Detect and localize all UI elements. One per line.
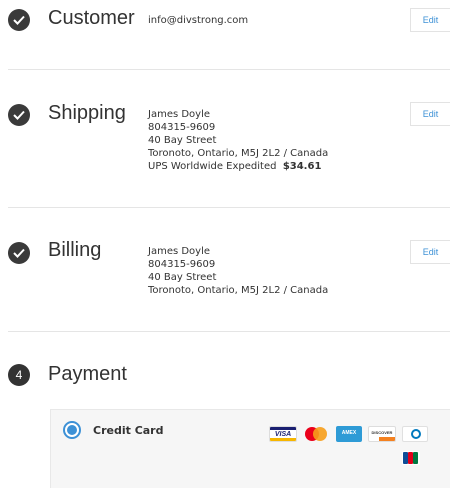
mastercard-icon: [303, 426, 329, 442]
edit-customer-button[interactable]: Edit: [410, 8, 450, 32]
section-title-customer: Customer: [48, 7, 135, 29]
jcb-icon: [402, 451, 420, 465]
edit-shipping-button[interactable]: Edit: [410, 102, 450, 126]
credit-card-option[interactable]: Credit Card VISA AMEX DISCOVER: [50, 409, 450, 488]
amex-icon: AMEX: [336, 426, 362, 442]
credit-card-radio[interactable]: [63, 421, 81, 439]
edit-billing-button[interactable]: Edit: [410, 240, 450, 264]
checkmark-icon: [8, 104, 30, 126]
step-number-badge: 4: [8, 364, 30, 386]
section-title-payment: Payment: [48, 363, 127, 385]
visa-icon: VISA: [269, 426, 297, 442]
customer-email: info@divstrong.com: [148, 15, 249, 26]
diners-club-icon: [402, 426, 428, 442]
checkmark-icon: [8, 9, 30, 31]
section-title-shipping: Shipping: [48, 102, 126, 124]
shipping-method: UPS Worldwide Expedited $34.61: [148, 161, 322, 172]
shipping-section: Shipping James Doyle 804315-9609 40 Bay …: [0, 70, 450, 208]
checkmark-icon: [8, 242, 30, 264]
shipping-price: $34.61: [282, 161, 322, 172]
discover-icon: DISCOVER: [368, 426, 396, 442]
payment-section: 4 Payment Credit Card VISA AMEX DISCOVER: [0, 332, 450, 488]
credit-card-label: Credit Card: [93, 424, 164, 437]
shipping-address: James Doyle 804315-9609 40 Bay Street To…: [148, 109, 329, 172]
billing-section: Billing James Doyle 804315-9609 40 Bay S…: [0, 208, 450, 332]
billing-address: James Doyle 804315-9609 40 Bay Street To…: [148, 246, 329, 296]
section-title-billing: Billing: [48, 239, 102, 261]
customer-section: Customer info@divstrong.com Edit: [0, 0, 450, 70]
